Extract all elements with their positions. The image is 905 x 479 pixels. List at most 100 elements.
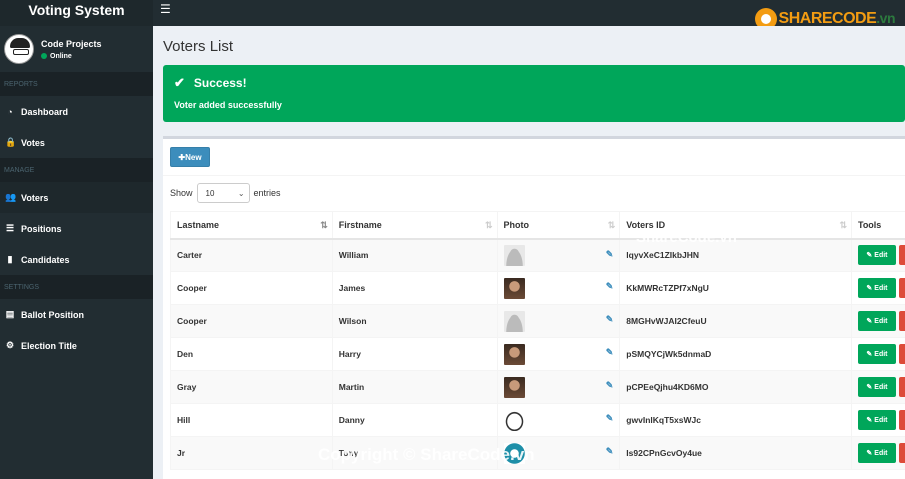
logo-photo <box>503 442 525 464</box>
edit-button[interactable]: ✎ Edit <box>857 410 896 430</box>
delete-button[interactable] <box>898 311 905 331</box>
profile-placeholder <box>503 244 525 266</box>
cell-voters-id: pSMQYCjWk5dnmaD <box>619 337 852 371</box>
edit-button[interactable]: ✎ Edit <box>857 245 896 266</box>
sidebar-item-label: Voters <box>21 192 49 203</box>
user-status: Online <box>41 53 102 60</box>
sidebar-item-dashboard[interactable]: ◔ Dashboard <box>0 96 153 127</box>
edit-photo-icon[interactable]: ✎ <box>606 314 614 325</box>
sidebar-item-election-title[interactable]: ⚙ Election Title <box>0 330 153 361</box>
col-header-voters-id[interactable]: Voters ID ⇅ <box>619 211 852 240</box>
cell-photo: ✎ <box>496 238 621 272</box>
sidebar-item-voters[interactable]: 👥 Voters <box>0 182 153 213</box>
cell-tools: ✎ Edit <box>850 271 905 305</box>
alert-message: Voter added successfully <box>174 100 282 110</box>
sort-asc-icon: ⇅ <box>320 220 327 230</box>
show-label: Show <box>170 188 193 198</box>
col-header-lastname[interactable]: Lastname ⇅ <box>170 211 333 240</box>
cell-firstname: Danny <box>331 403 498 437</box>
cell-photo: ✎ <box>496 337 621 371</box>
edit-icon: ✎ <box>866 384 873 391</box>
cell-tools: ✎ Edit <box>850 238 905 272</box>
file-text-icon: ▤ <box>5 309 15 319</box>
cell-lastname: Jr <box>170 436 333 470</box>
delete-button[interactable] <box>898 443 905 463</box>
delete-button[interactable] <box>898 344 905 364</box>
edit-button[interactable]: ✎ Edit <box>857 377 896 397</box>
delete-button[interactable] <box>898 278 905 298</box>
sidebar-section-header: REPORTS <box>0 72 153 96</box>
edit-button[interactable]: ✎ Edit <box>857 443 896 463</box>
edit-button[interactable]: ✎ Edit <box>857 311 896 331</box>
edit-photo-icon[interactable]: ✎ <box>606 446 614 457</box>
sidebar-item-positions[interactable]: ☰ Positions <box>0 213 153 244</box>
cell-lastname: Den <box>170 337 333 371</box>
sort-icon: ⇅ <box>839 220 846 230</box>
edit-button-label: Edit <box>874 416 888 424</box>
trollface-photo <box>503 409 525 431</box>
check-icon: ✔ <box>174 75 185 90</box>
online-status-dot-icon <box>41 53 47 59</box>
edit-icon: ✎ <box>866 285 873 292</box>
box-divider <box>163 175 905 176</box>
edit-button-label: Edit <box>874 317 888 325</box>
cell-lastname: Gray <box>170 370 333 404</box>
voters-box: ✚ New Show 10 ⌄ entries Lastname ⇅ Firstna… <box>163 136 905 479</box>
col-header-photo[interactable]: Photo ⇅ <box>496 211 621 240</box>
cell-firstname: William <box>331 238 498 272</box>
edit-button-label: Edit <box>874 251 888 259</box>
edit-photo-icon[interactable]: ✎ <box>606 380 614 391</box>
table-header-row: Lastname ⇅ Firstname ⇅ Photo ⇅ Voters ID ⇅ T… <box>170 211 905 240</box>
cell-photo: ✎ <box>496 370 621 404</box>
person-photo <box>503 343 525 365</box>
edit-photo-icon[interactable]: ✎ <box>606 281 614 292</box>
edit-button-label: Edit <box>874 350 888 358</box>
edit-button[interactable]: ✎ Edit <box>857 344 896 364</box>
table-row: Cooper James ✎ KkMWRcTZPf7xNgU ✎ Edit <box>170 271 905 305</box>
page-title: Voters List <box>163 38 234 55</box>
cell-tools: ✎ Edit <box>850 436 905 470</box>
edit-icon: ✎ <box>866 450 873 457</box>
col-header-firstname[interactable]: Firstname ⇅ <box>331 211 498 240</box>
sidebar-item-label: Candidates <box>21 254 70 265</box>
sidebar-item-votes[interactable]: 🔒 Votes <box>0 127 153 158</box>
sidebar-item-ballot-position[interactable]: ▤ Ballot Position <box>0 299 153 330</box>
chevron-down-icon: ⌄ <box>237 188 245 198</box>
sidebar-item-candidates[interactable]: ▮ Candidates <box>0 244 153 275</box>
delete-button[interactable] <box>898 245 905 266</box>
new-voter-button[interactable]: ✚ New <box>170 147 210 167</box>
delete-button[interactable] <box>898 377 905 397</box>
cell-voters-id: 8MGHvWJAI2CfeuU <box>619 304 852 338</box>
new-button-label: New <box>185 152 202 162</box>
table-row: Cooper Wilson ✎ 8MGHvWJAI2CfeuU ✎ Edit <box>170 304 905 338</box>
lock-icon: 🔒 <box>5 137 17 147</box>
app-title[interactable]: Voting System <box>0 0 153 26</box>
cell-tools: ✎ Edit <box>850 337 905 371</box>
table-row: Carter William ✎ lqyvXeC1ZIkbJHN ✎ Edit <box>170 238 905 272</box>
cell-firstname: Martin <box>331 370 498 404</box>
edit-button[interactable]: ✎ Edit <box>857 278 896 298</box>
voters-table: Lastname ⇅ Firstname ⇅ Photo ⇅ Voters ID ⇅ T… <box>170 211 905 470</box>
cell-lastname: Cooper <box>170 304 333 338</box>
cell-photo: ✎ <box>496 436 621 470</box>
dashboard-icon: ◔ <box>7 106 13 117</box>
edit-photo-icon[interactable]: ✎ <box>606 249 614 260</box>
cog-icon: ⚙ <box>5 340 15 350</box>
logo-suffix: .vn <box>876 10 895 26</box>
cell-tools: ✎ Edit <box>850 304 905 338</box>
cell-photo: ✎ <box>496 304 621 338</box>
cell-lastname: Cooper <box>170 271 333 305</box>
success-alert: ✔ Success! Voter added successfully <box>163 65 905 122</box>
cell-tools: ✎ Edit <box>850 403 905 437</box>
avatar <box>4 34 34 64</box>
entries-select[interactable]: 10 ⌄ <box>196 183 250 203</box>
edit-icon: ✎ <box>866 417 873 424</box>
edit-icon: ✎ <box>866 252 873 260</box>
cell-photo: ✎ <box>496 271 621 305</box>
edit-photo-icon[interactable]: ✎ <box>606 413 614 424</box>
delete-button[interactable] <box>898 410 905 430</box>
edit-photo-icon[interactable]: ✎ <box>606 347 614 358</box>
hamburger-icon[interactable]: ☰ <box>160 2 171 16</box>
users-icon: 👥 <box>5 192 17 202</box>
alert-heading: Success! <box>193 76 247 90</box>
